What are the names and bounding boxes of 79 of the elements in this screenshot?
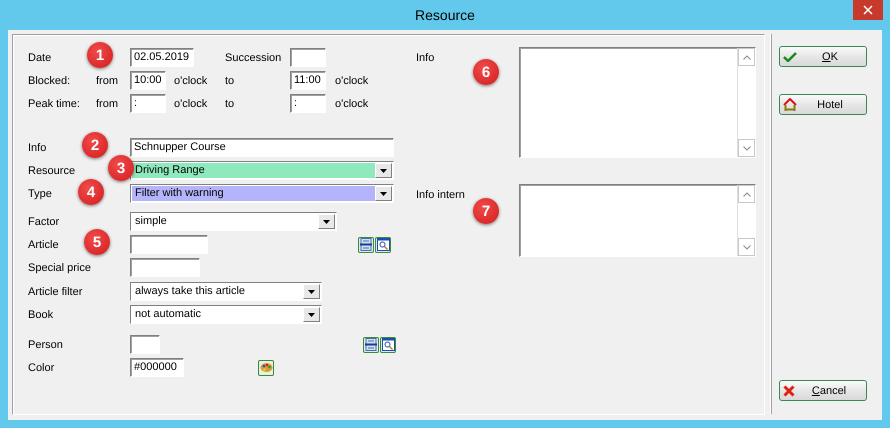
color-field[interactable]: #000000	[130, 358, 184, 377]
close-icon	[783, 384, 795, 396]
date-field[interactable]: 02.05.2019	[130, 48, 194, 67]
caret-icon	[323, 220, 330, 224]
field-label: Resource	[28, 164, 76, 176]
time-field[interactable]: :	[290, 94, 326, 113]
dropdown[interactable]: Filter with warning	[130, 184, 394, 203]
field-label: Article filter	[28, 286, 82, 298]
field-label: Info intern	[416, 188, 466, 201]
field-label: Info	[416, 51, 436, 64]
field-label: Book	[28, 308, 54, 320]
scrollbar[interactable]	[737, 48, 755, 157]
search-icon	[382, 338, 394, 351]
dropdown[interactable]: not automatic	[130, 305, 322, 324]
field-label: Person	[28, 338, 63, 350]
dropdown[interactable]: always take this article	[130, 282, 322, 301]
hotel-button[interactable]: Hotel	[779, 94, 867, 115]
scroll-down-icon[interactable]	[742, 146, 750, 150]
field-label: Article	[28, 238, 59, 250]
unit-label: o'clock	[335, 98, 368, 110]
text-area[interactable]	[519, 47, 756, 158]
window-title: Resource	[415, 7, 475, 23]
field-label: Type	[28, 188, 52, 200]
list-button[interactable]	[363, 336, 379, 352]
scroll-down-icon[interactable]	[742, 244, 750, 250]
step-marker: 4	[78, 179, 104, 205]
text-area[interactable]	[519, 184, 756, 257]
unit-label: o'clock	[335, 74, 368, 86]
step-marker: 3	[108, 155, 134, 181]
from-label: from	[96, 74, 118, 86]
field-label: Factor	[28, 216, 60, 228]
search-button[interactable]	[380, 336, 396, 352]
input-field[interactable]	[130, 235, 208, 254]
input-field[interactable]	[130, 258, 200, 277]
house-icon	[783, 98, 797, 112]
list-button[interactable]	[358, 236, 374, 252]
list-icon	[360, 238, 372, 251]
scroll-up-icon[interactable]	[742, 192, 750, 196]
caret-icon	[380, 168, 387, 172]
time-field[interactable]: 11:00	[290, 71, 326, 90]
caret-icon	[380, 192, 387, 196]
input-field[interactable]: Schnupper Course	[130, 138, 394, 157]
dropdown[interactable]: Driving Range	[130, 161, 394, 180]
unit-label: o'clock	[174, 74, 208, 86]
field-label: Special price	[28, 262, 91, 274]
caret-icon	[308, 290, 315, 294]
input-field[interactable]	[130, 335, 160, 354]
field-label: Info	[28, 142, 46, 154]
check-icon	[783, 52, 797, 62]
field-label: Blocked:	[28, 74, 70, 86]
unit-label: o'clock	[174, 98, 208, 110]
to-label: to	[225, 74, 234, 86]
from-label: from	[96, 98, 118, 110]
field-label: Date	[28, 52, 52, 64]
to-label: to	[225, 98, 234, 110]
succession-field[interactable]	[290, 48, 326, 67]
step-marker: 7	[473, 198, 499, 224]
field-label: Succession	[225, 52, 282, 64]
close-icon	[863, 5, 873, 15]
step-marker: 2	[82, 132, 108, 158]
list-icon	[365, 338, 377, 351]
search-button[interactable]	[375, 236, 391, 252]
step-marker: 5	[84, 229, 110, 255]
search-icon	[376, 238, 390, 251]
caret-icon	[308, 312, 315, 316]
palette-icon	[260, 362, 272, 373]
dropdown[interactable]: simple	[130, 212, 337, 231]
step-marker: 6	[473, 59, 499, 85]
scrollbar[interactable]	[737, 185, 755, 256]
color-picker-button[interactable]	[258, 360, 274, 376]
scroll-up-icon[interactable]	[742, 54, 750, 60]
ok-button[interactable]: OK	[779, 46, 867, 67]
field-label: Color	[28, 362, 54, 374]
close-button[interactable]	[853, 0, 883, 20]
step-marker: 1	[87, 42, 113, 68]
time-field[interactable]: :	[130, 94, 166, 113]
time-field[interactable]: 10:00	[130, 71, 166, 90]
cancel-button[interactable]: Cancel	[779, 380, 867, 401]
field-label: Peak time:	[28, 98, 80, 110]
